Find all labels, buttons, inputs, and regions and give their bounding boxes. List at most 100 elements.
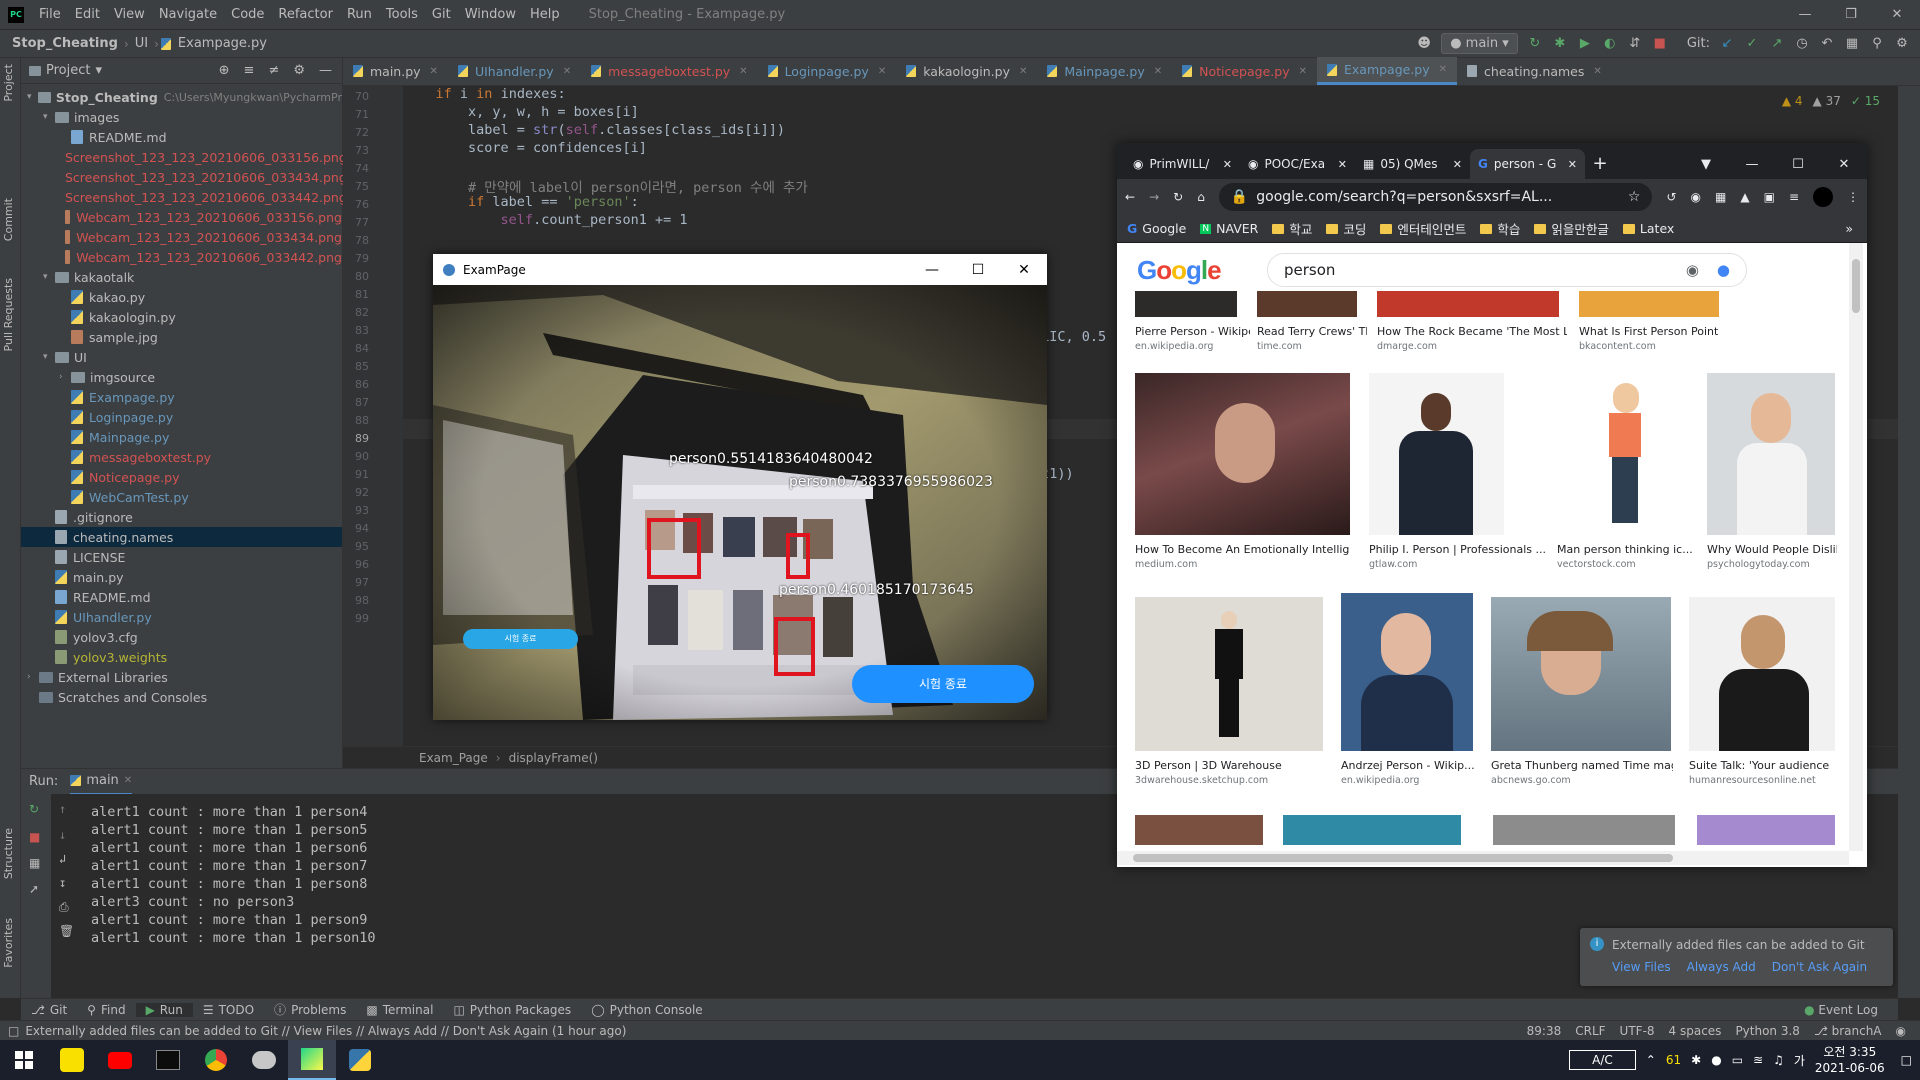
result-image[interactable]: [1135, 291, 1237, 317]
bluetooth-icon[interactable]: ✱: [1691, 1053, 1701, 1067]
close-tab-icon[interactable]: ✕: [1568, 158, 1577, 171]
caret-position[interactable]: 89:38: [1527, 1024, 1562, 1038]
scroll-down-icon[interactable]: ↓: [59, 828, 66, 842]
chevron-icon[interactable]: ›: [59, 372, 71, 382]
tree-item[interactable]: kakao.py: [21, 287, 342, 307]
battery-icon[interactable]: ▭: [1732, 1053, 1743, 1067]
close-tab-icon[interactable]: ✕: [1019, 66, 1027, 77]
result-image[interactable]: [1369, 373, 1504, 535]
result-image[interactable]: [1377, 291, 1559, 317]
close-icon[interactable]: ✕: [1874, 7, 1920, 22]
bookmark-item[interactable]: 코딩: [1326, 219, 1366, 238]
git-commit-icon[interactable]: ✓: [1744, 36, 1760, 52]
breadcrumb-method[interactable]: displayFrame(): [509, 751, 598, 765]
tool-tab-terminal[interactable]: ▩ Terminal: [356, 1003, 443, 1017]
tree-item[interactable]: UIhandler.py: [21, 607, 342, 627]
tree-item[interactable]: kakaologin.py: [21, 307, 342, 327]
close-tab-icon[interactable]: ✕: [124, 775, 132, 786]
expand-all-icon[interactable]: ≡: [244, 63, 255, 78]
interpreter[interactable]: Python 3.8: [1735, 1024, 1800, 1038]
input-indicator[interactable]: A/C: [1569, 1050, 1636, 1070]
restore-icon[interactable]: ❐: [1828, 7, 1874, 22]
browser-tab[interactable]: ◉ PrimWILL/ ✕: [1125, 149, 1240, 179]
editor-tab[interactable]: Mainpage.py ✕: [1037, 57, 1172, 85]
close-tab-icon[interactable]: ✕: [1223, 158, 1232, 171]
settings-icon[interactable]: ⚙: [1894, 36, 1910, 52]
menu-run[interactable]: Run: [340, 7, 379, 22]
close-tab-icon[interactable]: ✕: [430, 66, 438, 77]
extension-icon[interactable]: ▲: [1740, 190, 1749, 204]
result-title[interactable]: Pierre Person - Wikiped...: [1135, 325, 1250, 338]
chevron-icon[interactable]: ▾: [43, 272, 55, 282]
tree-item[interactable]: WebCamTest.py: [21, 487, 342, 507]
tool-tab-problems[interactable]: ⓘ Problems: [264, 1001, 356, 1018]
indent-setting[interactable]: 4 spaces: [1669, 1024, 1722, 1038]
maximize-icon[interactable]: ☐: [1775, 157, 1821, 172]
debug-icon[interactable]: ✱: [1552, 36, 1568, 52]
bookmark-item[interactable]: G Google: [1127, 221, 1186, 236]
tree-item[interactable]: Webcam_123_123_20210606_033434.png: [21, 227, 342, 247]
breadcrumb-folder[interactable]: UI: [131, 36, 152, 51]
start-button[interactable]: [0, 1040, 48, 1080]
tree-item[interactable]: messageboxtest.py: [21, 447, 342, 467]
layout-icon[interactable]: ▦: [29, 856, 40, 870]
close-tab-icon[interactable]: ✕: [1154, 66, 1162, 77]
minimize-icon[interactable]: —: [1729, 157, 1775, 172]
minimize-icon[interactable]: —: [1782, 7, 1828, 22]
result-title[interactable]: Greta Thunberg named Time magazine's...: [1491, 759, 1673, 772]
wifi-icon[interactable]: ≊: [1753, 1053, 1763, 1067]
run-tab-main[interactable]: main ✕: [70, 769, 133, 795]
tool-tab-find[interactable]: ⚲ Find: [77, 1003, 135, 1017]
inspection-widget[interactable]: ▲ 4 ▲ 37 ✓ 15: [1782, 94, 1880, 108]
scrollbar-thumb[interactable]: [1852, 259, 1860, 313]
tool-tab-project[interactable]: Project: [2, 64, 15, 102]
language-indicator[interactable]: 가: [1794, 1052, 1805, 1069]
editor-tab[interactable]: UIhandler.py ✕: [448, 57, 581, 85]
result-image[interactable]: [1491, 597, 1671, 751]
search-icon[interactable]: ⚲: [1869, 36, 1885, 52]
tree-item[interactable]: › imgsource: [21, 367, 342, 387]
tool-tab-python-console[interactable]: ◯ Python Console: [581, 1003, 712, 1017]
tree-item[interactable]: Scratches and Consoles: [21, 687, 342, 707]
profile-icon[interactable]: ◐: [1602, 36, 1618, 52]
terminal-app[interactable]: [144, 1040, 192, 1080]
result-image[interactable]: [1283, 815, 1461, 845]
tree-item[interactable]: README.md: [21, 127, 342, 147]
tree-item[interactable]: ▾ kakaotalk: [21, 267, 342, 287]
menu-window[interactable]: Window: [458, 7, 523, 22]
result-image[interactable]: [1697, 815, 1835, 845]
reading-list-icon[interactable]: ≡: [1789, 190, 1799, 204]
extension-icon[interactable]: ↺: [1666, 190, 1676, 204]
tree-item[interactable]: Webcam_123_123_20210606_033156.png: [21, 207, 342, 227]
tree-item[interactable]: ▾ images: [21, 107, 342, 127]
extension-icon[interactable]: ▦: [1715, 190, 1726, 204]
tree-item[interactable]: README.md: [21, 587, 342, 607]
view-files-link[interactable]: View Files: [1612, 960, 1671, 974]
breadcrumb-class[interactable]: Exam_Page: [419, 751, 488, 765]
project-panel-title[interactable]: Project: [46, 63, 90, 78]
vertical-scrollbar[interactable]: [1849, 243, 1863, 851]
print-icon[interactable]: ⎙: [59, 900, 69, 915]
stop-icon[interactable]: ■: [29, 830, 40, 844]
result-title[interactable]: Man person thinking ic...: [1557, 543, 1697, 556]
volume-icon[interactable]: ♫: [1773, 1053, 1784, 1067]
tree-item[interactable]: Noticepage.py: [21, 467, 342, 487]
menu-edit[interactable]: Edit: [68, 7, 107, 22]
event-log-tab[interactable]: ● Event Log: [1804, 1003, 1898, 1017]
horizontal-scrollbar[interactable]: [1117, 851, 1849, 865]
close-icon[interactable]: ✕: [1001, 262, 1047, 278]
kakaotalk-app[interactable]: [48, 1040, 96, 1080]
result-title[interactable]: 3D Person | 3D Warehouse: [1135, 759, 1325, 772]
file-encoding[interactable]: UTF-8: [1620, 1024, 1655, 1038]
layout-icon[interactable]: ▦: [1844, 36, 1860, 52]
bookmark-item[interactable]: 엔터테인먼트: [1380, 219, 1466, 238]
result-title[interactable]: Suite Talk: 'Your audience: [1689, 759, 1835, 772]
tree-item[interactable]: Mainpage.py: [21, 427, 342, 447]
tree-item[interactable]: ▾ UI: [21, 347, 342, 367]
close-tab-icon[interactable]: ✕: [739, 66, 747, 77]
stop-icon[interactable]: ■: [1652, 36, 1668, 52]
google-logo[interactable]: Google: [1137, 255, 1222, 286]
menu-code[interactable]: Code: [224, 7, 271, 22]
clock[interactable]: 오전 3:35 2021-06-06: [1815, 1044, 1885, 1076]
result-image[interactable]: [1135, 815, 1263, 845]
